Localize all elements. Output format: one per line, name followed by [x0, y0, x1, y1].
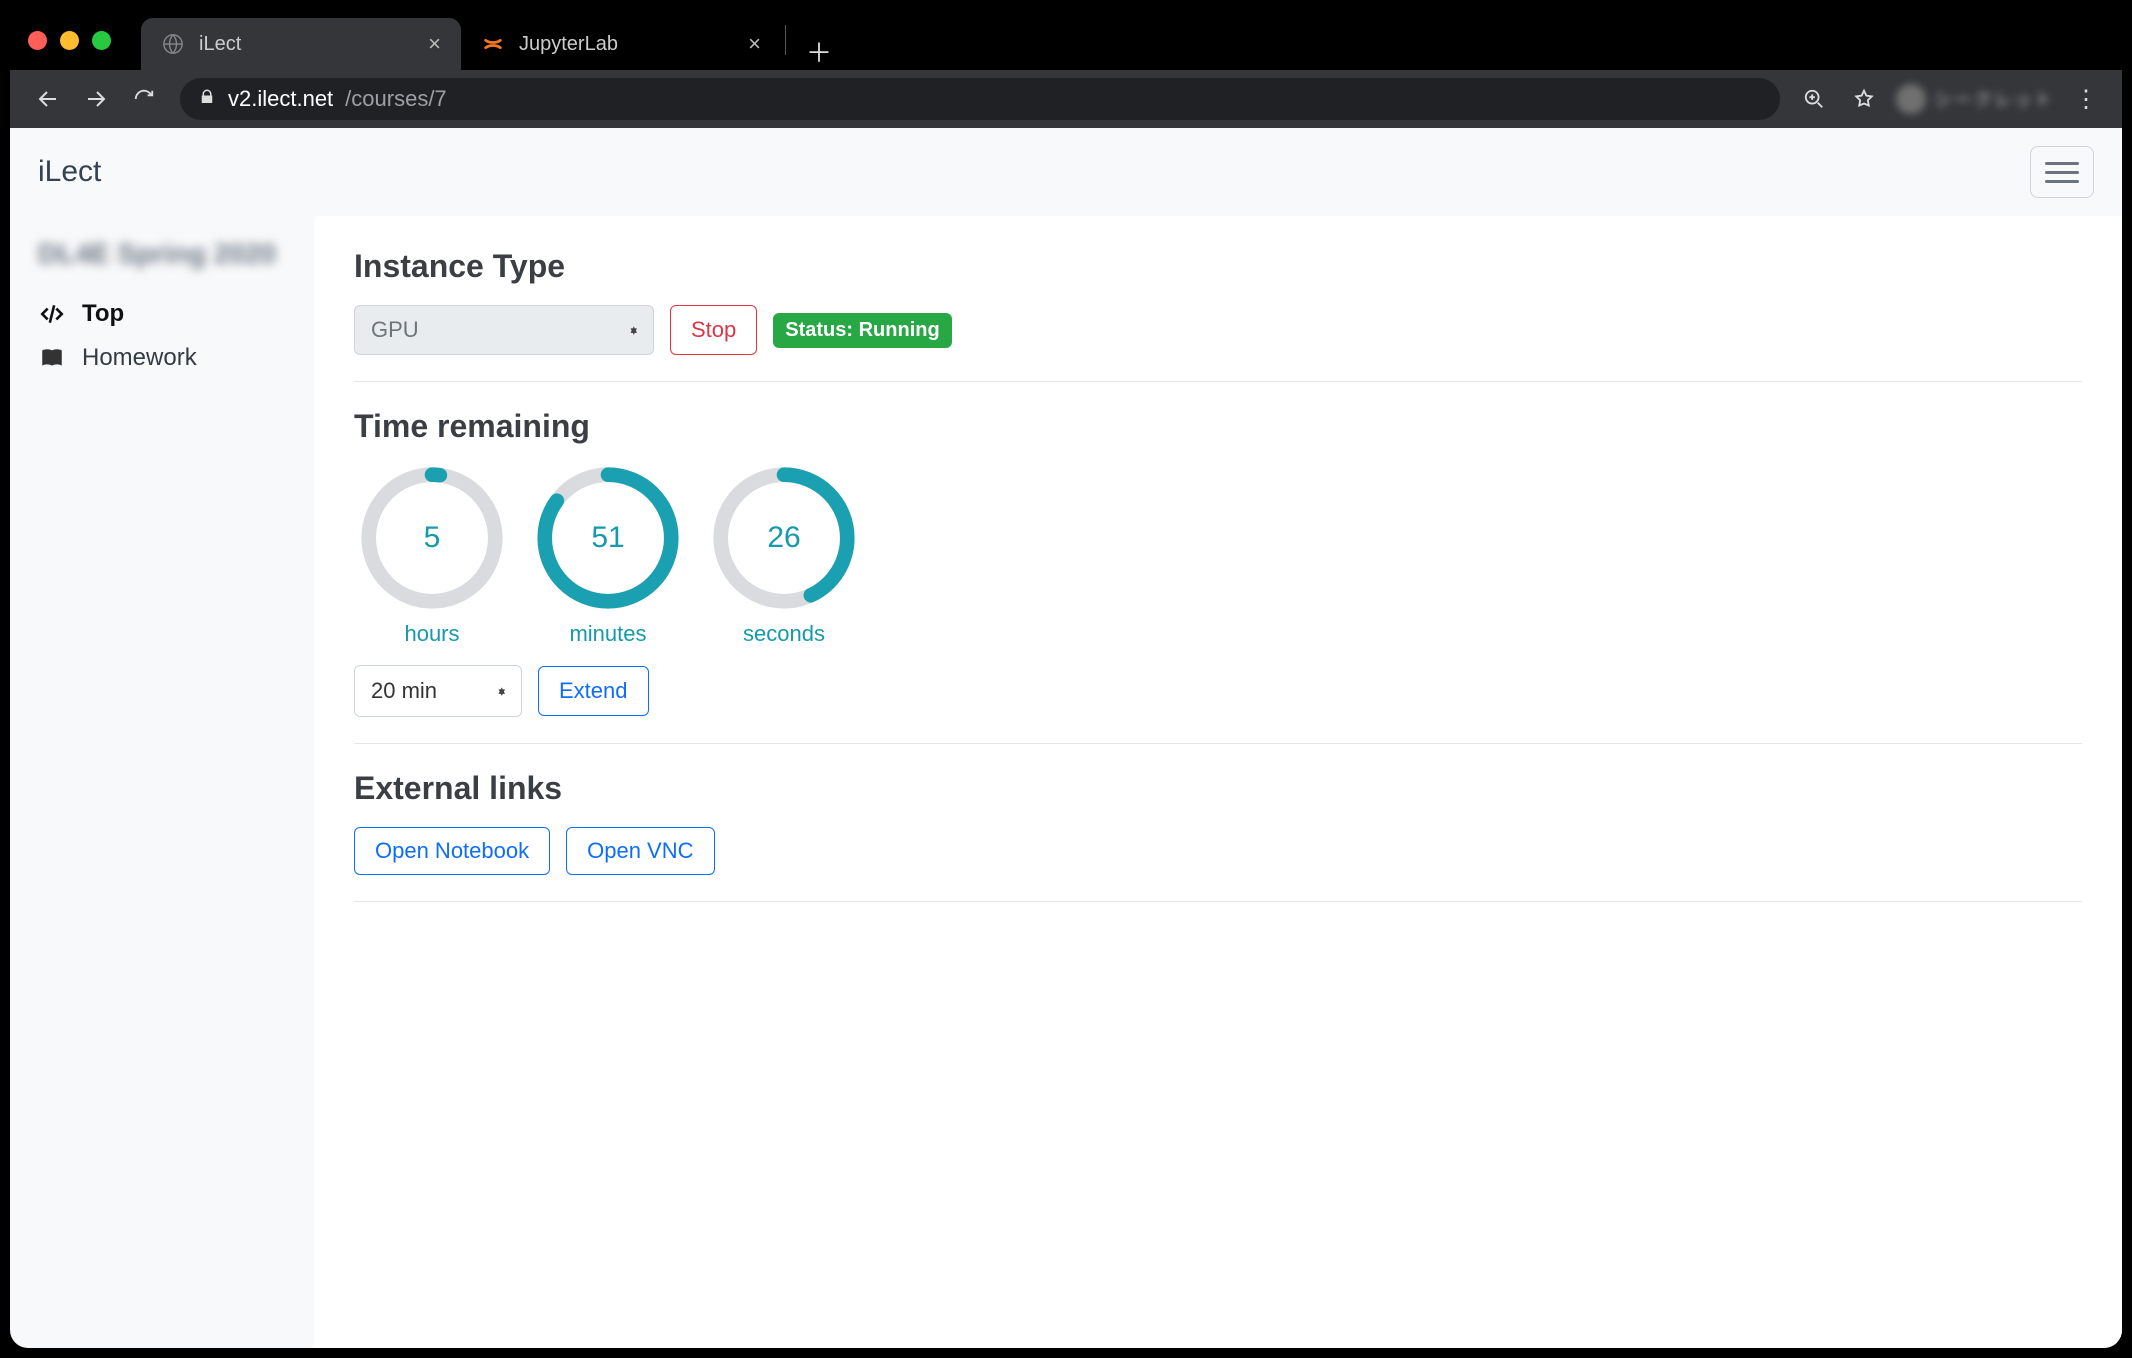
page-header: iLect — [10, 128, 2122, 216]
hours-ring: 5 hours — [354, 465, 510, 647]
hours-value: 5 — [359, 465, 505, 611]
tab-ilect[interactable]: iLect × — [141, 18, 461, 70]
time-rings: 5 hours 51 minutes — [354, 465, 2082, 647]
minutes-ring: 51 minutes — [530, 465, 686, 647]
url-input[interactable]: v2.ilect.net/courses/7 — [180, 78, 1780, 120]
stop-button-label: Stop — [691, 317, 736, 343]
close-tab-icon[interactable]: × — [428, 31, 441, 57]
external-section-title: External links — [354, 770, 2082, 807]
url-host: v2.ilect.net — [228, 86, 333, 112]
minutes-value: 51 — [535, 465, 681, 611]
zoom-icon[interactable] — [1796, 81, 1832, 117]
seconds-label: seconds — [743, 621, 825, 647]
tab-title: JupyterLab — [519, 33, 734, 56]
lock-icon — [198, 88, 216, 111]
sidebar-item-label: Top — [82, 300, 124, 328]
profile-label: シークレット — [1934, 86, 2054, 112]
extend-button[interactable]: Extend — [538, 666, 649, 716]
sidebar-item-homework[interactable]: Homework — [38, 336, 286, 380]
sidebar-item-label: Homework — [82, 344, 197, 372]
extend-button-label: Extend — [559, 678, 628, 704]
reload-button[interactable] — [124, 79, 164, 119]
profile-chip[interactable]: シークレット — [1896, 84, 2054, 114]
extend-row: 20 min Extend — [354, 665, 2082, 717]
open-notebook-label: Open Notebook — [375, 838, 529, 864]
avatar-icon — [1896, 84, 1926, 114]
instance-section-title: Instance Type — [354, 248, 2082, 285]
page: iLect DL4E Spring 2020 Top Homew — [10, 128, 2122, 1348]
browser-tabbar: iLect × JupyterLab × ＋ — [10, 10, 2122, 70]
extend-duration-value: 20 min — [371, 678, 437, 704]
window-controls — [28, 31, 111, 50]
brand[interactable]: iLect — [38, 155, 101, 189]
sidebar-item-top[interactable]: Top — [38, 292, 286, 336]
chevron-updown-icon — [498, 690, 505, 692]
new-tab-button[interactable]: ＋ — [790, 33, 848, 70]
seconds-value: 26 — [711, 465, 857, 611]
course-title: DL4E Spring 2020 — [38, 238, 286, 270]
close-tab-icon[interactable]: × — [748, 31, 761, 57]
url-path: /courses/7 — [345, 86, 447, 112]
tab-jupyterlab[interactable]: JupyterLab × — [461, 18, 781, 70]
instance-row: GPU Stop Status: Running — [354, 305, 2082, 355]
browser-window: iLect × JupyterLab × ＋ — [10, 10, 2122, 1348]
minutes-label: minutes — [569, 621, 646, 647]
minimize-window-button[interactable] — [60, 31, 79, 50]
chevron-updown-icon — [630, 329, 637, 331]
divider — [354, 901, 2082, 902]
tab-separator — [785, 25, 786, 55]
browser-addressbar: v2.ilect.net/courses/7 シークレット ⋮ — [10, 70, 2122, 128]
time-section-title: Time remaining — [354, 408, 2082, 445]
extend-duration-select[interactable]: 20 min — [354, 665, 522, 717]
addressbar-right: シークレット ⋮ — [1796, 81, 2104, 117]
globe-icon — [161, 32, 185, 56]
tabs: iLect × JupyterLab × ＋ — [141, 10, 848, 70]
status-badge: Status: Running — [773, 313, 951, 348]
divider — [354, 381, 2082, 382]
open-vnc-label: Open VNC — [587, 838, 693, 864]
close-window-button[interactable] — [28, 31, 47, 50]
code-icon — [38, 300, 66, 328]
page-body: DL4E Spring 2020 Top Homework Instance — [10, 216, 2122, 1348]
open-notebook-button[interactable]: Open Notebook — [354, 827, 550, 875]
main-content: Instance Type GPU Stop Status: Running T… — [314, 216, 2122, 1348]
back-button[interactable] — [28, 79, 68, 119]
instance-type-value: GPU — [371, 317, 419, 343]
instance-type-select[interactable]: GPU — [354, 305, 654, 355]
stop-button[interactable]: Stop — [670, 305, 757, 355]
hours-label: hours — [404, 621, 459, 647]
seconds-ring: 26 seconds — [706, 465, 862, 647]
kebab-menu-icon[interactable]: ⋮ — [2068, 81, 2104, 117]
jupyter-icon — [481, 32, 505, 56]
maximize-window-button[interactable] — [92, 31, 111, 50]
menu-toggle-button[interactable] — [2030, 146, 2094, 198]
bookmark-star-icon[interactable] — [1846, 81, 1882, 117]
sidebar: DL4E Spring 2020 Top Homework — [10, 216, 314, 1348]
open-vnc-button[interactable]: Open VNC — [566, 827, 714, 875]
forward-button[interactable] — [76, 79, 116, 119]
tab-title: iLect — [199, 33, 414, 56]
book-icon — [38, 344, 66, 372]
divider — [354, 743, 2082, 744]
external-links-row: Open Notebook Open VNC — [354, 827, 2082, 875]
